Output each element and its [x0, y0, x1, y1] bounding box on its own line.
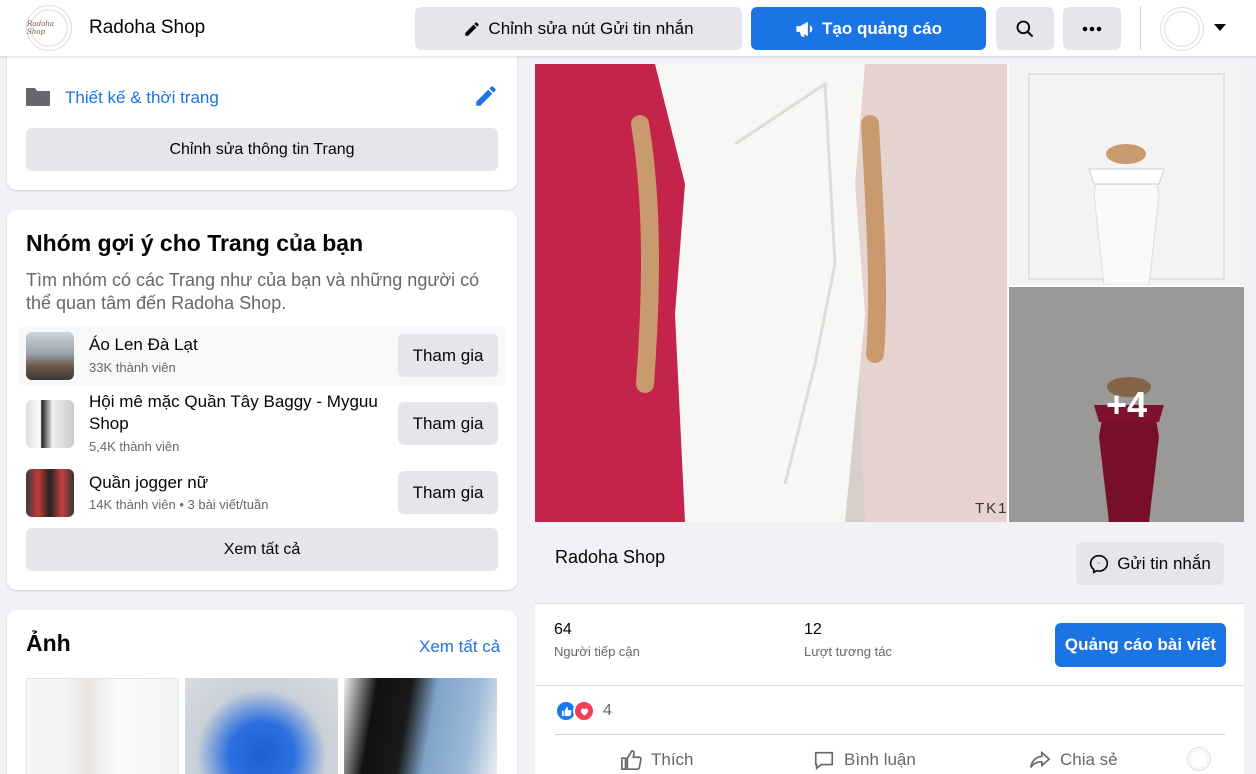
pencil-icon: [465, 21, 480, 36]
cta-page-name: Radoha Shop: [555, 547, 666, 567]
dress-photo-illustration: [1009, 64, 1244, 285]
comment-button[interactable]: Bình luận: [813, 748, 916, 772]
page-logo[interactable]: Radoha Shop: [26, 5, 72, 51]
top-bar: Radoha Shop Radoha Shop Chỉnh sửa nút Gử…: [0, 0, 1256, 56]
group-thumbnail: [26, 469, 74, 517]
reaction-count: 4: [603, 702, 612, 719]
post-main-image[interactable]: TK1: [535, 64, 1007, 522]
edit-message-label: Chỉnh sửa nút Gửi tin nhắn: [488, 18, 694, 38]
post-card: TK1 +4 Radoha Shop Gửi tin nhắn 64 Người…: [535, 64, 1244, 774]
join-button[interactable]: Tham gia: [398, 402, 498, 445]
photo-thumbnail[interactable]: [344, 678, 497, 774]
post-insights: 64 Người tiếp cận 12 Lượt tương tác Quản…: [535, 604, 1244, 686]
group-row[interactable]: Áo Len Đà Lạt 33K thành viên Tham gia: [19, 326, 505, 386]
photo-thumbnail[interactable]: [185, 678, 338, 774]
reach-label: Người tiếp cận: [554, 644, 640, 659]
group-meta: 33K thành viên: [89, 360, 176, 375]
send-message-button[interactable]: Gửi tin nhắn: [1076, 542, 1224, 585]
post-side-image[interactable]: [1009, 64, 1244, 285]
photos-card: Ảnh Xem tất cả: [7, 610, 517, 774]
group-name[interactable]: Hội mê mặc Quần Tây Baggy - Myguu Shop: [89, 391, 389, 435]
logo-text: Radoha Shop: [27, 20, 54, 36]
toolbar-divider: [1140, 6, 1141, 50]
intro-card: Thiết kế & thời trang Chỉnh sửa thông ti…: [7, 40, 517, 190]
edit-pencil-icon[interactable]: [473, 83, 499, 109]
send-message-label: Gửi tin nhắn: [1117, 553, 1211, 573]
suggested-groups-card: Nhóm gợi ý cho Trang của bạn Tìm nhóm có…: [7, 210, 517, 590]
caret-down-icon[interactable]: [1214, 24, 1226, 31]
group-thumbnail: [26, 400, 74, 448]
post-as-avatar[interactable]: [1187, 747, 1211, 771]
post-side-image-more[interactable]: +4: [1009, 287, 1244, 522]
engagement-label: Lượt tương tác: [804, 644, 892, 659]
section-title: Nhóm gợi ý cho Trang của bạn: [26, 230, 364, 256]
image-watermark: TK1: [975, 500, 1007, 517]
create-ad-label: Tạo quảng cáo: [822, 18, 942, 38]
message-cta-bar: Radoha Shop Gửi tin nhắn: [535, 522, 1244, 604]
engagement-value: 12: [804, 621, 822, 638]
group-thumbnail: [26, 332, 74, 380]
megaphone-icon: [796, 21, 813, 37]
create-ad-button[interactable]: Tạo quảng cáo: [751, 7, 986, 50]
photos-title: Ảnh: [26, 630, 71, 656]
comment-icon: [814, 751, 834, 770]
reaction-summary[interactable]: 4: [555, 700, 612, 722]
boost-post-button[interactable]: Quảng cáo bài viết: [1055, 623, 1226, 667]
group-name[interactable]: Áo Len Đà Lạt: [89, 334, 389, 356]
photos-see-all-link[interactable]: Xem tất cả: [419, 637, 500, 657]
group-meta: 14K thành viên • 3 bài viết/tuần: [89, 497, 269, 512]
photo-thumbnail[interactable]: [26, 678, 179, 774]
group-row[interactable]: Quần jogger nữ 14K thành viên • 3 bài vi…: [19, 464, 505, 524]
section-description: Tìm nhóm có các Trang như của bạn và nhữ…: [26, 270, 480, 313]
search-button[interactable]: [996, 7, 1054, 50]
category-link[interactable]: Thiết kế & thời trang: [65, 88, 219, 108]
like-button[interactable]: Thích: [620, 748, 694, 772]
like-icon: [621, 750, 642, 770]
share-icon: [1030, 750, 1051, 768]
dress-photo-illustration: [535, 64, 1007, 522]
see-all-groups-button[interactable]: Xem tất cả: [26, 528, 498, 571]
comment-label: Bình luận: [844, 750, 916, 769]
like-label: Thích: [651, 750, 694, 769]
more-photos-overlay[interactable]: +4: [1009, 287, 1244, 522]
search-icon: [1016, 20, 1034, 37]
edit-message-button[interactable]: Chỉnh sửa nút Gửi tin nhắn: [415, 7, 742, 50]
reach-value: 64: [554, 621, 572, 638]
group-meta: 5,4K thành viên: [89, 439, 180, 454]
folder-icon: [26, 88, 50, 106]
more-button[interactable]: [1063, 7, 1121, 50]
join-button[interactable]: Tham gia: [398, 471, 498, 514]
more-icon: [1082, 26, 1102, 31]
messenger-icon: [1090, 554, 1109, 574]
edit-page-info-button[interactable]: Chỉnh sửa thông tin Trang: [26, 128, 498, 171]
share-label: Chia sẻ: [1060, 750, 1118, 769]
action-divider: [555, 734, 1225, 735]
join-button[interactable]: Tham gia: [398, 334, 498, 377]
account-avatar[interactable]: [1160, 7, 1204, 51]
group-name[interactable]: Quần jogger nữ: [89, 472, 389, 494]
love-reaction-icon: [573, 700, 595, 722]
group-row[interactable]: Hội mê mặc Quần Tây Baggy - Myguu Shop 5…: [19, 390, 505, 460]
page-title[interactable]: Radoha Shop: [89, 17, 205, 39]
share-button[interactable]: Chia sẻ: [1029, 748, 1118, 772]
